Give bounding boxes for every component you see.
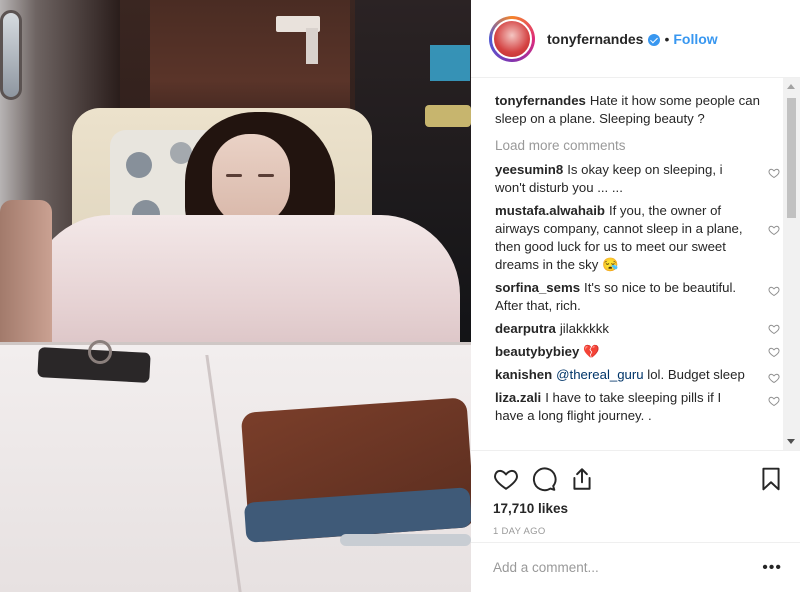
share-icon[interactable] [569,466,595,492]
scroll-down-arrow-icon[interactable] [787,439,795,444]
comments-scrollbar[interactable] [783,78,800,450]
comment-username[interactable]: liza.zali [495,390,541,405]
follow-button[interactable]: Follow [673,31,717,47]
action-row [493,459,784,499]
post-actions: 17,710 likes 1 DAY AGO [471,450,800,542]
instagram-post-window: tonyfernandes • Follow tonyfernandes Hate… [0,0,800,592]
comment-like-icon[interactable] [768,224,780,236]
comment: yeesumin8 Is okay keep on sleeping, i won… [495,161,780,197]
pen [340,534,471,546]
comment: mustafa.alwahaib If you, the owner of air… [495,202,780,274]
verified-badge-icon [648,33,661,46]
comment-text: lol. Budget sleep [647,367,745,382]
comment: kanishen @thereal_guru lol. Budget sleep [495,366,780,384]
sleeping-person-face [212,134,290,226]
comment-username[interactable]: kanishen [495,367,552,382]
cabin-lamp [425,105,471,127]
add-comment-input[interactable] [493,560,763,575]
comment-username[interactable]: dearputra [495,321,556,336]
load-more-comments-link[interactable]: Load more comments [495,138,780,153]
comment: liza.zali I have to take sleeping pills i… [495,389,780,425]
comment-like-icon[interactable] [768,167,780,179]
comment-username[interactable]: sorfina_sems [495,280,580,295]
comment-icon[interactable] [531,466,557,492]
comment-like-icon[interactable] [768,372,780,384]
comment: sorfina_sems It's so nice to be beautiful… [495,279,780,315]
header-username[interactable]: tonyfernandes [547,31,643,47]
comment: dearputra jilakkkkk [495,320,780,338]
comment-username[interactable]: yeesumin8 [495,162,563,177]
cabin-tag [306,28,318,64]
comment-mention-link[interactable]: @thereal_guru [556,367,643,382]
avatar-image [492,18,532,59]
likes-count[interactable]: 17,710 likes [493,501,784,516]
post-caption: tonyfernandes Hate it how some people can… [495,92,780,128]
post-header: tonyfernandes • Follow [471,0,800,78]
heart-icon[interactable] [493,466,519,492]
comment-like-icon[interactable] [768,323,780,335]
scroll-up-arrow-icon[interactable] [787,84,795,89]
comments-list[interactable]: tonyfernandes Hate it how some people can… [471,78,800,450]
avatar[interactable] [489,15,535,62]
comment-like-icon[interactable] [768,285,780,297]
phone-ring-holder [88,340,112,364]
scroll-thumb[interactable] [787,98,796,218]
add-comment-bar: ••• [471,542,800,592]
comment-username[interactable]: beautybybiey [495,344,579,359]
comment-text: 💔 [583,344,600,359]
header-separator: • [664,30,670,47]
post-side-panel: tonyfernandes • Follow tonyfernandes Hate… [471,0,800,592]
comment: beautybybiey 💔 [495,343,780,361]
comment-text: jilakkkkk [559,321,609,336]
caption-username[interactable]: tonyfernandes [495,93,586,108]
comment-username[interactable]: mustafa.alwahaib [495,203,605,218]
comment-like-icon[interactable] [768,395,780,407]
cabin-screen [430,45,470,81]
comment-like-icon[interactable] [768,346,780,358]
more-options-icon[interactable]: ••• [762,559,782,577]
post-timestamp[interactable]: 1 DAY AGO [493,526,784,537]
post-photo[interactable] [0,0,471,592]
cabin-window [0,10,22,100]
bookmark-icon[interactable] [758,466,784,492]
